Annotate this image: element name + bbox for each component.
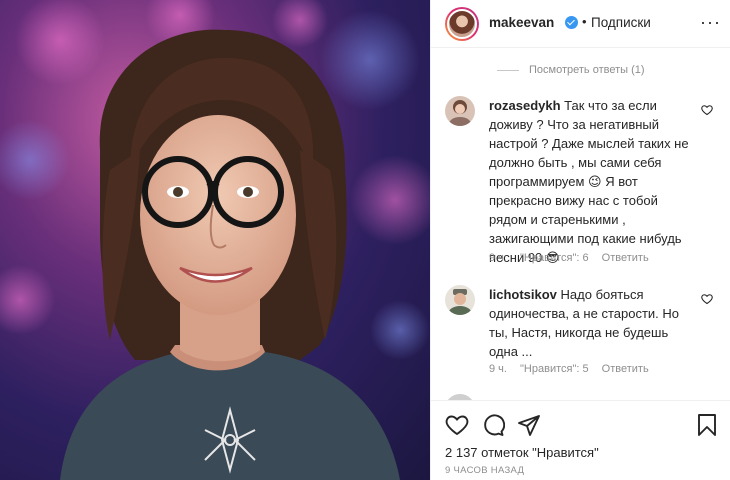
author-username[interactable]: makeevan <box>489 15 554 30</box>
commenter-username[interactable]: rozasedykh <box>489 98 561 113</box>
comment-meta: 9 ч. "Нравится": 5 Ответить <box>489 363 659 375</box>
comment-icon[interactable] <box>481 413 505 437</box>
comment-likes[interactable]: "Нравится": 5 <box>520 363 589 375</box>
reply-button[interactable]: Ответить <box>602 252 649 264</box>
portrait-illustration <box>0 0 430 480</box>
author-avatar[interactable] <box>445 7 479 41</box>
bookmark-icon[interactable] <box>697 413 717 437</box>
comment-meta: 9 ч. "Нравится": 6 Ответить <box>489 252 659 264</box>
commenter-username[interactable]: lichotsikov <box>489 287 557 302</box>
following-button[interactable]: Подписки <box>591 15 651 30</box>
heart-icon[interactable] <box>445 413 469 437</box>
likes-count[interactable]: 2 137 отметок "Нравится" <box>445 445 599 460</box>
replies-divider <box>497 69 519 71</box>
more-options-icon[interactable]: ··· <box>700 12 721 33</box>
post-actions: 2 137 отметок "Нравится" 9 ЧАСОВ НАЗАД <box>431 400 730 480</box>
like-comment-heart-icon[interactable] <box>701 104 713 116</box>
post-header: makeevan • Подписки ··· <box>431 0 730 48</box>
verified-badge-icon <box>565 16 578 29</box>
header-separator: • <box>582 14 587 29</box>
share-icon[interactable] <box>517 413 541 437</box>
view-replies-link[interactable]: Посмотреть ответы (1) <box>497 64 645 76</box>
post-photo[interactable] <box>0 0 430 480</box>
view-replies-label: Посмотреть ответы (1) <box>529 64 645 76</box>
commenter-avatar[interactable] <box>445 96 475 126</box>
reply-button[interactable]: Ответить <box>602 363 649 375</box>
comment-text: Так что за если доживу ? Что за негативн… <box>489 98 689 265</box>
comment-time[interactable]: 9 ч. <box>489 252 507 264</box>
like-comment-heart-icon[interactable] <box>701 293 713 305</box>
commenter-avatar[interactable] <box>445 285 475 315</box>
post-timestamp[interactable]: 9 ЧАСОВ НАЗАД <box>445 465 524 476</box>
post-sidebar: makeevan • Подписки ··· Посмотреть ответ… <box>430 0 730 480</box>
comment-likes[interactable]: "Нравится": 6 <box>520 252 589 264</box>
comment-time[interactable]: 9 ч. <box>489 363 507 375</box>
